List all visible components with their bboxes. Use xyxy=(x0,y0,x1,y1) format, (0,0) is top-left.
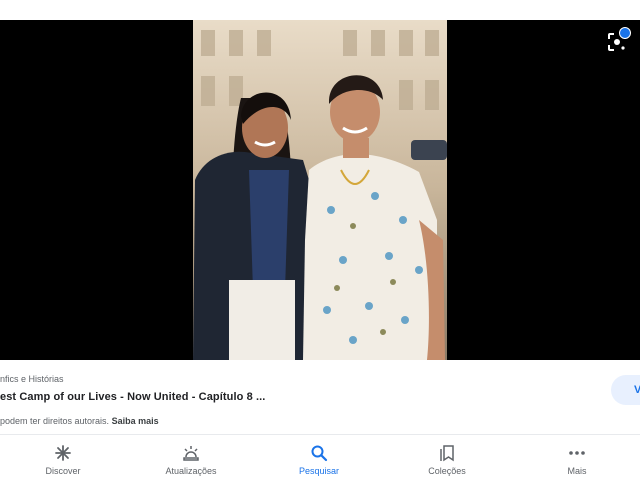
nav-search[interactable]: Pesquisar xyxy=(269,435,369,481)
copyright-text: podem ter direitos autorais. xyxy=(0,416,110,426)
updates-icon xyxy=(183,446,199,461)
learn-more-link[interactable]: Saiba mais xyxy=(112,416,159,426)
more-icon xyxy=(569,451,585,455)
nav-label-discover: Discover xyxy=(45,466,81,476)
nav-label-more: Mais xyxy=(567,466,587,476)
lens-button[interactable] xyxy=(605,27,633,52)
notification-badge xyxy=(619,27,631,39)
result-image[interactable] xyxy=(193,20,447,360)
nav-discover[interactable]: Discover xyxy=(13,435,113,481)
visit-button[interactable]: V xyxy=(611,375,640,405)
bottom-navigation: Discover Atualizações Pesquisar Coleções… xyxy=(0,434,640,481)
nav-label-collections: Coleções xyxy=(428,466,466,476)
nav-collections[interactable]: Coleções xyxy=(397,435,497,481)
source-name[interactable]: nfics e Histórias xyxy=(0,374,64,384)
collections-icon xyxy=(440,445,454,462)
nav-label-search: Pesquisar xyxy=(298,466,340,476)
result-info: nfics e Histórias est Camp of our Lives … xyxy=(0,360,640,434)
photo-illustration xyxy=(193,20,447,360)
asterisk-icon xyxy=(55,445,71,461)
nav-label-updates: Atualizações xyxy=(165,466,217,476)
search-icon xyxy=(311,445,328,462)
status-bar xyxy=(0,0,640,20)
nav-more[interactable]: Mais xyxy=(527,435,627,481)
copyright-notice: podem ter direitos autorais. Saiba mais xyxy=(0,416,159,426)
image-viewer[interactable] xyxy=(0,20,640,360)
result-title[interactable]: est Camp of our Lives - Now United - Cap… xyxy=(0,391,265,403)
nav-updates[interactable]: Atualizações xyxy=(141,435,241,481)
